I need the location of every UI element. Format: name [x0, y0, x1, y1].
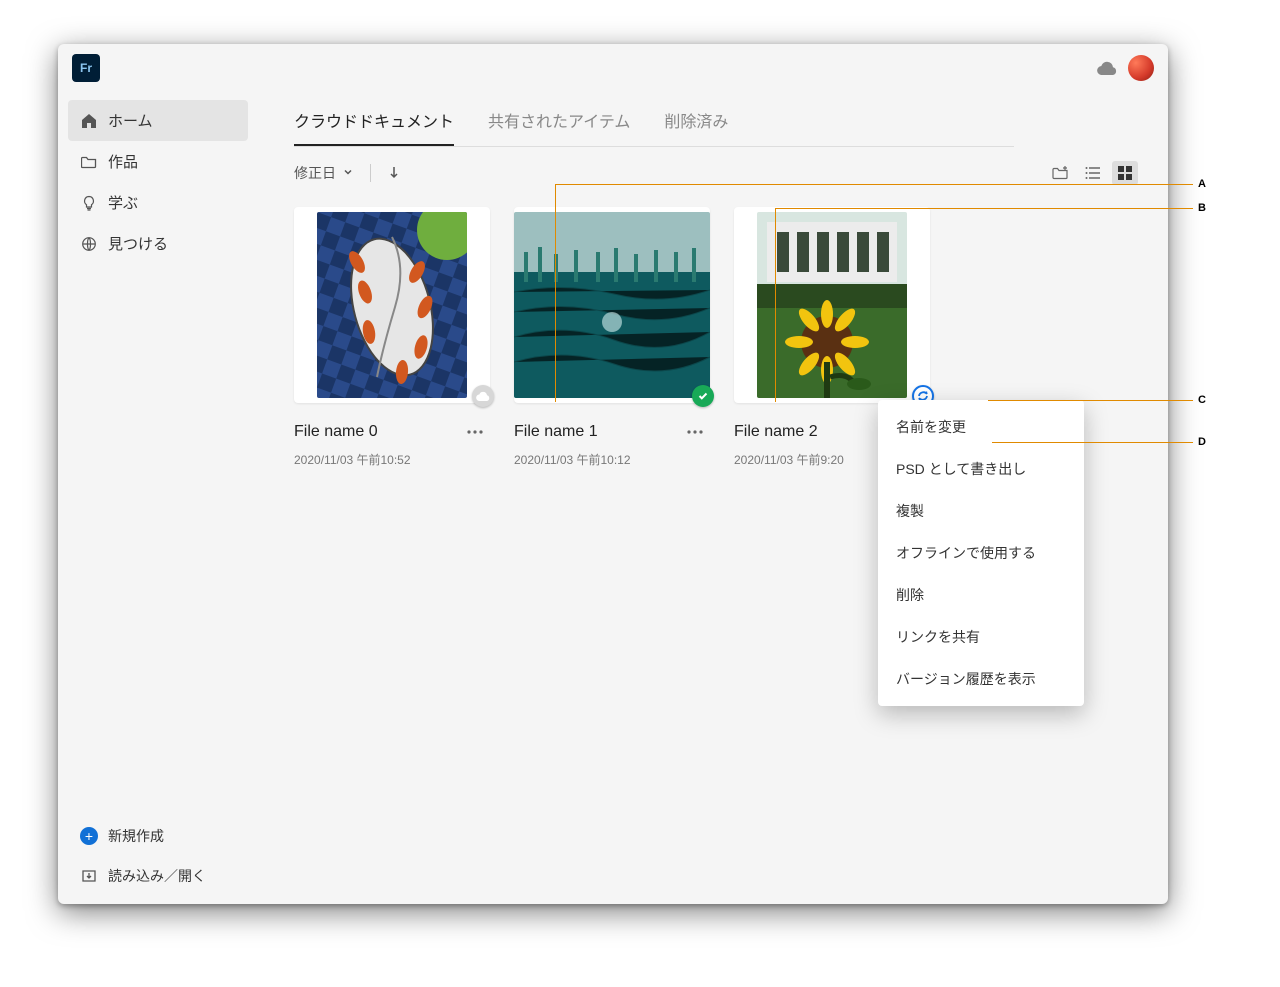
cloud-status-icon: [472, 385, 494, 407]
context-menu: 名前を変更 PSD として書き出し 複製 オフラインで使用する 削除 リンクを共…: [878, 400, 1084, 706]
callout-line: [555, 184, 556, 402]
callout-label-b: B: [1198, 202, 1206, 214]
menu-delete[interactable]: 削除: [878, 574, 1084, 616]
sort-dropdown[interactable]: 修正日: [294, 163, 354, 183]
chevron-down-icon: [342, 165, 354, 181]
lightbulb-icon: [80, 194, 98, 212]
sidebar-item-home[interactable]: ホーム: [68, 100, 248, 141]
new-label: 新規作成: [108, 826, 164, 846]
timestamp: 2020/11/03 午前10:12: [514, 451, 710, 468]
sidebar-item-label: 見つける: [108, 233, 168, 254]
menu-version-history[interactable]: バージョン履歴を表示: [878, 658, 1084, 700]
new-button[interactable]: + 新規作成: [68, 816, 248, 856]
import-button[interactable]: 読み込み／開く: [68, 856, 248, 896]
tab-deleted[interactable]: 削除済み: [664, 98, 728, 146]
main-area: クラウドドキュメント 共有されたアイテム 削除済み 修正日: [258, 92, 1168, 904]
sidebar: ホーム 作品 学ぶ 見つける +: [58, 92, 258, 904]
divider: [370, 164, 371, 182]
menu-share-link[interactable]: リンクを共有: [878, 616, 1084, 658]
avatar[interactable]: [1128, 55, 1154, 81]
globe-icon: [80, 235, 98, 253]
callout-line: [775, 208, 1193, 209]
sidebar-item-label: ホーム: [108, 110, 153, 131]
file-card[interactable]: File name 1 2020/11/03 午前10:12: [514, 207, 710, 468]
folder-icon: [80, 153, 98, 171]
callout-line: [992, 442, 1193, 443]
more-button[interactable]: [680, 417, 710, 447]
grid-view-button[interactable]: [1112, 161, 1138, 185]
file-name: File name 0: [294, 423, 378, 441]
menu-offline[interactable]: オフラインで使用する: [878, 532, 1084, 574]
callout-line: [775, 208, 776, 402]
sidebar-item-label: 作品: [108, 151, 138, 172]
import-icon: [80, 867, 98, 885]
file-name: File name 2: [734, 423, 818, 441]
sidebar-item-works[interactable]: 作品: [68, 141, 248, 182]
menu-export-psd[interactable]: PSD として書き出し: [878, 448, 1084, 490]
app-window: Fr ホーム 作品 学ぶ: [58, 44, 1168, 904]
list-view-button[interactable]: [1080, 161, 1106, 185]
callout-line: [988, 400, 1193, 401]
check-status-icon: [692, 385, 714, 407]
callout-line: [555, 184, 1193, 185]
sort-direction-button[interactable]: [387, 165, 401, 182]
toolbar: 修正日: [294, 161, 1138, 185]
tabs: クラウドドキュメント 共有されたアイテム 削除済み: [294, 98, 1014, 147]
file-name: File name 1: [514, 423, 598, 441]
home-icon: [80, 112, 98, 130]
file-card[interactable]: File name 0 2020/11/03 午前10:52: [294, 207, 490, 468]
sidebar-item-label: 学ぶ: [108, 192, 138, 213]
tab-cloud-docs[interactable]: クラウドドキュメント: [294, 98, 454, 146]
thumbnail: [514, 207, 710, 403]
sort-label-text: 修正日: [294, 163, 336, 183]
sidebar-item-learn[interactable]: 学ぶ: [68, 182, 248, 223]
thumbnail: [294, 207, 490, 403]
titlebar: Fr: [58, 44, 1168, 92]
tab-shared[interactable]: 共有されたアイテム: [488, 98, 630, 146]
sidebar-item-discover[interactable]: 見つける: [68, 223, 248, 264]
menu-duplicate[interactable]: 複製: [878, 490, 1084, 532]
cloud-icon[interactable]: [1096, 57, 1118, 79]
callout-label-d: D: [1198, 436, 1206, 448]
callout-label-a: A: [1198, 178, 1206, 190]
callout-label-c: C: [1198, 394, 1206, 406]
new-folder-button[interactable]: [1048, 161, 1074, 185]
plus-icon: +: [80, 827, 98, 845]
import-label: 読み込み／開く: [108, 866, 206, 886]
thumbnail: [734, 207, 930, 403]
app-logo: Fr: [72, 54, 100, 82]
more-button[interactable]: [460, 417, 490, 447]
timestamp: 2020/11/03 午前10:52: [294, 451, 490, 468]
